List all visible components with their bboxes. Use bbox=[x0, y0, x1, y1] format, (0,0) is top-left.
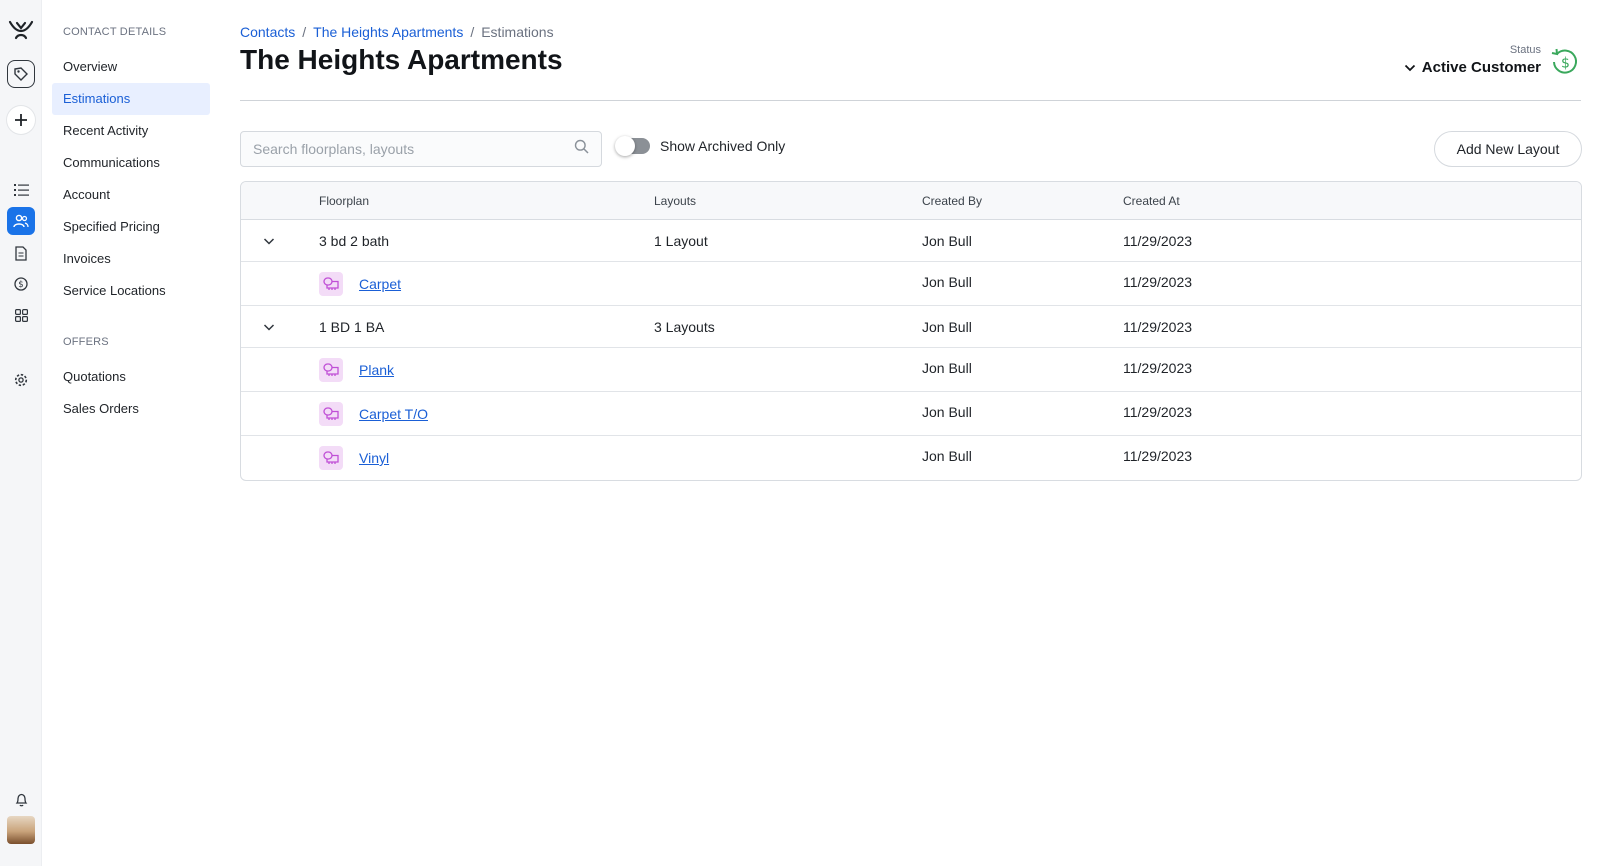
plus-icon[interactable] bbox=[7, 106, 35, 134]
layout-icon bbox=[319, 446, 343, 470]
breadcrumb-separator: / bbox=[302, 24, 307, 40]
layout-icon bbox=[319, 271, 343, 296]
nav-item-recent-activity[interactable]: Recent Activity bbox=[52, 115, 210, 147]
layout-count: 3 Layouts bbox=[654, 318, 715, 335]
layout-row[interactable]: Carpet T/O Jon Bull 11/29/2023 bbox=[241, 392, 1581, 436]
breadcrumb-current: Estimations bbox=[481, 24, 554, 40]
breadcrumb: Contacts / The Heights Apartments / Estimati… bbox=[240, 24, 554, 40]
nav-item-quotations[interactable]: Quotations bbox=[52, 361, 210, 393]
column-created-at[interactable]: Created At bbox=[1123, 194, 1180, 208]
document-icon[interactable] bbox=[7, 239, 35, 267]
nav-item-specified-pricing[interactable]: Specified Pricing bbox=[52, 211, 210, 243]
search-box bbox=[240, 131, 602, 167]
column-created-by[interactable]: Created By bbox=[922, 194, 982, 208]
dollar-refresh-icon: $ bbox=[1549, 46, 1581, 78]
chevron-down-icon[interactable] bbox=[261, 319, 277, 335]
floorplans-table: Floorplan Layouts Created By Created At … bbox=[240, 181, 1582, 481]
layout-icon bbox=[319, 357, 343, 382]
floorplan-name: 1 BD 1 BA bbox=[319, 318, 385, 335]
archived-toggle-label: Show Archived Only bbox=[660, 138, 786, 154]
created-by: Jon Bull bbox=[922, 448, 972, 464]
created-by: Jon Bull bbox=[922, 273, 972, 290]
apps-icon[interactable] bbox=[7, 301, 35, 329]
layout-icon bbox=[319, 401, 343, 426]
created-at: 11/29/2023 bbox=[1123, 359, 1193, 376]
logo-icon[interactable] bbox=[7, 16, 35, 44]
breadcrumb-contact[interactable]: The Heights Apartments bbox=[313, 24, 463, 40]
layout-count: 1 Layout bbox=[654, 232, 708, 249]
tag-icon[interactable] bbox=[7, 60, 35, 88]
breadcrumb-separator: / bbox=[470, 24, 475, 40]
layout-link[interactable]: Carpet bbox=[359, 276, 401, 292]
list-icon[interactable] bbox=[7, 176, 35, 204]
status-value: Active Customer bbox=[1421, 59, 1541, 76]
nav-item-overview[interactable]: Overview bbox=[52, 51, 210, 83]
nav-item-communications[interactable]: Communications bbox=[52, 147, 210, 179]
nav-item-estimations[interactable]: Estimations bbox=[52, 83, 210, 115]
floorplan-name: 3 bd 2 bath bbox=[319, 232, 390, 249]
svg-text:$: $ bbox=[18, 280, 23, 290]
toggle-knob bbox=[615, 136, 635, 156]
layout-row[interactable]: Plank Jon Bull 11/29/2023 bbox=[241, 348, 1581, 392]
nav-item-service-locations[interactable]: Service Locations bbox=[52, 275, 210, 307]
created-by: Jon Bull bbox=[922, 318, 972, 335]
nav-item-invoices[interactable]: Invoices bbox=[52, 243, 210, 275]
layout-row[interactable]: Vinyl Jon Bull 11/29/2023 bbox=[241, 436, 1581, 480]
section-title-offers: OFFERS bbox=[63, 336, 109, 348]
created-by: Jon Bull bbox=[922, 359, 972, 376]
nav-item-account[interactable]: Account bbox=[52, 179, 210, 211]
settings-icon[interactable] bbox=[7, 366, 35, 394]
layout-row[interactable]: Carpet Jon Bull 11/29/2023 bbox=[241, 262, 1581, 306]
nav-item-sales-orders[interactable]: Sales Orders bbox=[52, 393, 210, 425]
column-floorplan[interactable]: Floorplan bbox=[319, 194, 369, 208]
floorplan-row[interactable]: 3 bd 2 bath 1 Layout Jon Bull 11/29/2023 bbox=[241, 220, 1581, 262]
contacts-icon[interactable] bbox=[7, 207, 35, 235]
created-by: Jon Bull bbox=[922, 232, 972, 249]
status-dropdown[interactable]: Active Customer bbox=[1404, 59, 1541, 76]
created-at: 11/29/2023 bbox=[1123, 232, 1193, 249]
status-block: Status Active Customer bbox=[1404, 44, 1541, 76]
breadcrumb-contacts[interactable]: Contacts bbox=[240, 24, 295, 40]
created-by: Jon Bull bbox=[922, 403, 972, 420]
column-layouts[interactable]: Layouts bbox=[654, 194, 696, 208]
chevron-down-icon[interactable] bbox=[261, 233, 277, 249]
created-at: 11/29/2023 bbox=[1123, 273, 1193, 290]
created-at: 11/29/2023 bbox=[1123, 403, 1193, 420]
floorplan-row[interactable]: 1 BD 1 BA 3 Layouts Jon Bull 11/29/2023 bbox=[241, 306, 1581, 348]
search-icon[interactable] bbox=[574, 139, 589, 159]
bell-icon[interactable] bbox=[7, 786, 35, 814]
dollar-icon[interactable]: $ bbox=[7, 270, 35, 298]
layout-link[interactable]: Plank bbox=[359, 362, 394, 378]
chevron-down-icon bbox=[1404, 59, 1416, 76]
app-rail: $ bbox=[0, 0, 42, 866]
search-input[interactable] bbox=[253, 141, 574, 157]
header-divider bbox=[240, 100, 1581, 101]
svg-text:$: $ bbox=[1561, 56, 1570, 72]
add-new-layout-button[interactable]: Add New Layout bbox=[1434, 131, 1582, 167]
section-title-contact-details: CONTACT DETAILS bbox=[63, 26, 167, 38]
table-header: Floorplan Layouts Created By Created At bbox=[241, 182, 1581, 220]
page-title: The Heights Apartments bbox=[240, 44, 563, 75]
archived-toggle[interactable] bbox=[615, 136, 650, 156]
avatar[interactable] bbox=[7, 816, 35, 844]
layout-link[interactable]: Carpet T/O bbox=[359, 406, 428, 422]
created-at: 11/29/2023 bbox=[1123, 318, 1193, 335]
layout-link[interactable]: Vinyl bbox=[359, 450, 389, 466]
status-label: Status bbox=[1509, 44, 1541, 56]
created-at: 11/29/2023 bbox=[1123, 448, 1193, 464]
